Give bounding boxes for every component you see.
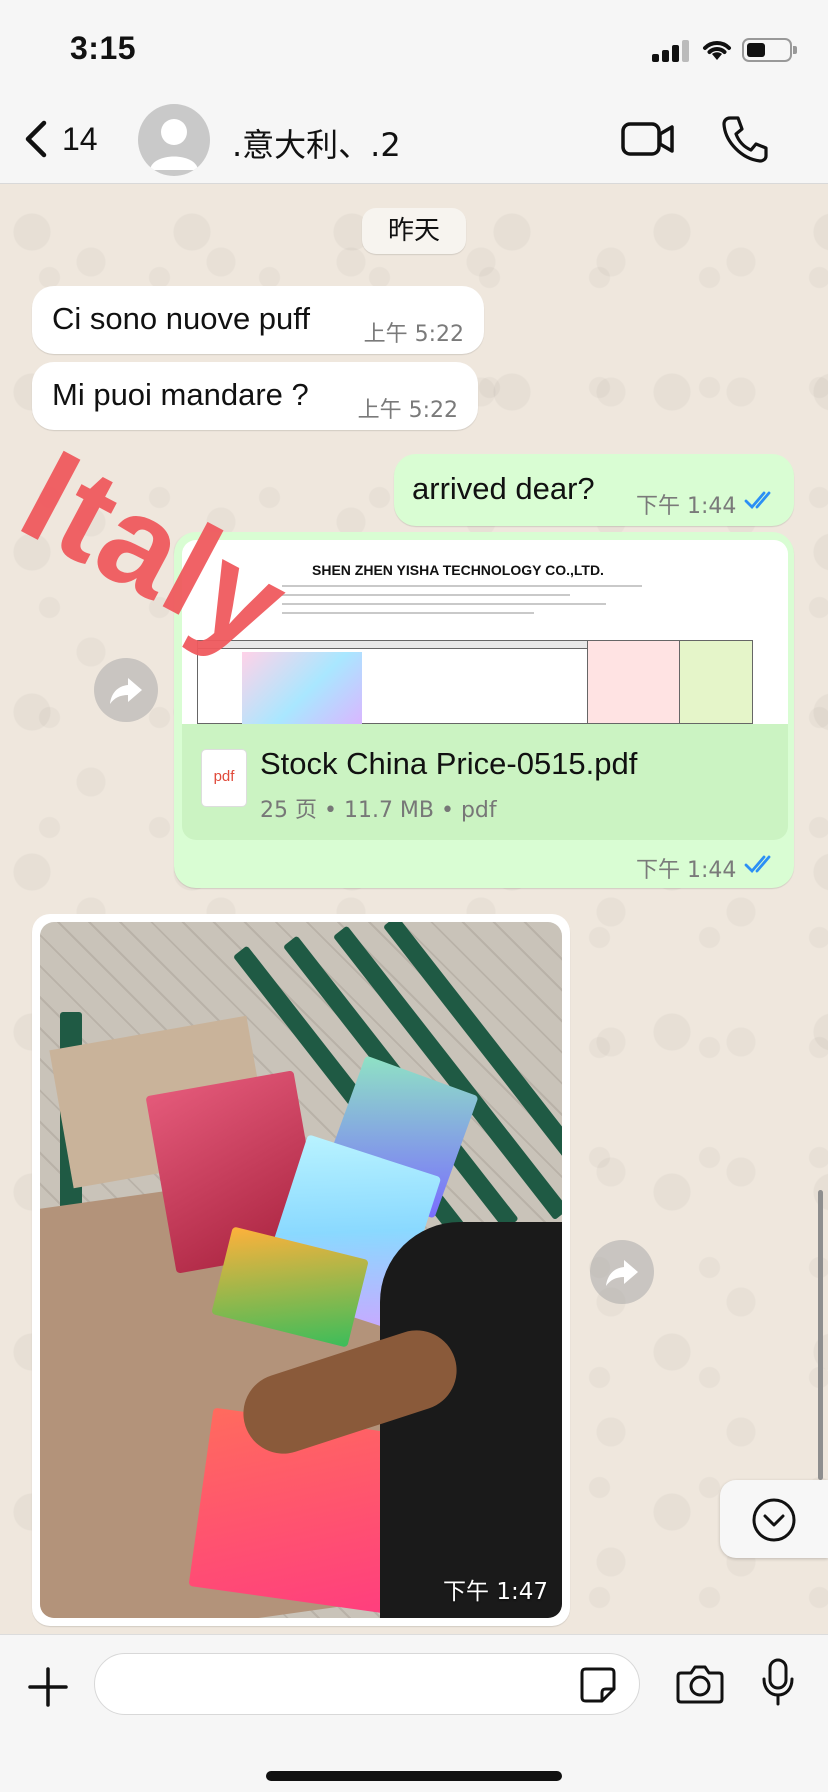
phone-icon[interactable] xyxy=(720,114,768,164)
image-message-photo[interactable]: 下午 1:47 xyxy=(40,922,562,1618)
back-chevron-icon xyxy=(25,120,47,158)
read-ticks-icon xyxy=(744,855,771,874)
cellular-signal-icon xyxy=(652,40,692,62)
document-product-photo xyxy=(242,652,362,724)
message-time: 上午 5:22 xyxy=(357,398,458,423)
document-info[interactable]: pdf Stock China Price-0515.pdf 25 页 • 11… xyxy=(182,724,788,840)
read-ticks-icon xyxy=(744,491,771,510)
document-preview-company: SHEN ZHEN YISHA TECHNOLOGY CO.,LTD. xyxy=(312,562,604,578)
image-message-bubble[interactable]: 下午 1:47 xyxy=(32,914,570,1626)
image-time: 下午 1:47 xyxy=(443,1579,548,1605)
forward-button[interactable] xyxy=(590,1240,654,1304)
wifi-icon xyxy=(703,41,731,60)
document-time: 下午 1:44 xyxy=(636,858,737,883)
sticker-icon[interactable] xyxy=(578,1665,618,1705)
microphone-icon[interactable] xyxy=(760,1657,796,1707)
scroll-to-bottom-button[interactable] xyxy=(720,1480,828,1558)
date-separator: 昨天 xyxy=(362,208,466,254)
back-button[interactable]: 14 xyxy=(22,114,98,164)
video-call-icon[interactable] xyxy=(620,116,676,162)
camera-icon[interactable] xyxy=(676,1663,724,1705)
status-bar: 3:15 xyxy=(0,0,828,96)
document-remark-column xyxy=(679,640,753,724)
person-arm xyxy=(380,1222,562,1618)
document-preview-lines xyxy=(282,585,642,621)
avatar-icon xyxy=(150,119,198,170)
unread-count: 14 xyxy=(62,120,98,157)
message-text: arrived dear? xyxy=(412,471,595,506)
chevron-down-icon xyxy=(752,1498,796,1542)
message-bubble-incoming[interactable]: Mi puoi mandare ? 上午 5:22 xyxy=(32,362,478,430)
forward-icon xyxy=(110,678,142,704)
pdf-icon-label: pdf xyxy=(213,768,235,785)
message-input[interactable] xyxy=(94,1653,640,1715)
forward-button[interactable] xyxy=(94,658,158,722)
message-time: 上午 5:22 xyxy=(363,322,464,347)
document-file-name: Stock China Price-0515.pdf xyxy=(260,746,638,781)
message-bubble-incoming[interactable]: Ci sono nuove puff 上午 5:22 xyxy=(32,286,484,354)
scrollbar[interactable] xyxy=(818,1190,823,1480)
pdf-file-icon: pdf xyxy=(202,750,246,806)
message-time: 下午 1:44 xyxy=(636,494,737,519)
message-composer xyxy=(0,1634,828,1792)
status-time: 3:15 xyxy=(70,30,137,66)
contact-avatar[interactable] xyxy=(138,104,210,176)
chat-header: 14 .意大利、.2 xyxy=(0,96,828,184)
plus-icon[interactable] xyxy=(26,1665,70,1709)
message-text: Ci sono nuove puff xyxy=(52,301,310,336)
message-text: Mi puoi mandare ? xyxy=(52,377,309,412)
document-meta: 25 页 • 11.7 MB • pdf xyxy=(260,798,497,823)
forward-icon xyxy=(606,1260,638,1286)
contact-name[interactable]: .意大利、.2 xyxy=(232,120,401,166)
home-indicator xyxy=(266,1771,562,1781)
message-bubble-outgoing[interactable]: arrived dear? 下午 1:44 xyxy=(394,454,794,526)
battery-icon xyxy=(742,38,797,62)
